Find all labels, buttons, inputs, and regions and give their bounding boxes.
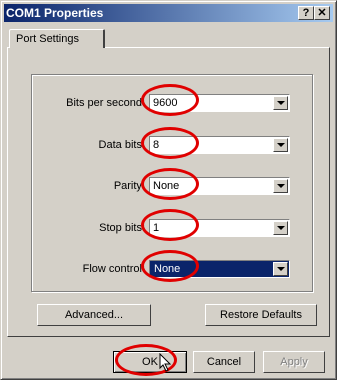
tab-label: Port Settings (16, 33, 79, 45)
bits-per-second-value: 9600 (153, 97, 178, 109)
restore-defaults-button[interactable]: Restore Defaults (205, 304, 317, 326)
chevron-down-icon[interactable] (273, 262, 288, 276)
apply-button-label: Apply (280, 356, 308, 368)
bits-per-second-select[interactable]: 9600 (149, 94, 290, 112)
stop-bits-value: 1 (153, 222, 160, 234)
parity-value: None (153, 180, 180, 192)
help-button[interactable]: ? (298, 6, 314, 20)
properties-dialog: COM1 Properties ? ✕ Port Settings Bits p… (0, 0, 337, 380)
ok-button-label: OK (142, 356, 158, 368)
chevron-down-icon[interactable] (273, 138, 288, 152)
flow-control-value: None (152, 263, 183, 275)
ok-button[interactable]: OK (113, 351, 187, 373)
tab-port-settings[interactable]: Port Settings (9, 29, 105, 48)
cancel-button[interactable]: Cancel (193, 351, 255, 373)
window-title: COM1 Properties (6, 6, 104, 20)
data-bits-label: Data bits: (98, 139, 145, 151)
stop-bits-label: Stop bits: (99, 222, 145, 234)
chevron-down-icon[interactable] (273, 221, 288, 235)
apply-button: Apply (263, 351, 325, 373)
advanced-button[interactable]: Advanced... (37, 304, 151, 326)
flow-control-label: Flow control: (82, 263, 145, 275)
flow-control-select[interactable]: None (149, 260, 290, 278)
title-bar[interactable]: COM1 Properties ? ✕ (4, 4, 333, 22)
parity-select[interactable]: None (149, 177, 290, 195)
bits-per-second-label: Bits per second: (66, 97, 145, 109)
data-bits-value: 8 (153, 139, 160, 151)
data-bits-select[interactable]: 8 (149, 136, 290, 154)
chevron-down-icon[interactable] (273, 179, 288, 193)
parity-label: Parity: (113, 180, 145, 192)
close-button[interactable]: ✕ (314, 6, 330, 20)
cancel-button-label: Cancel (206, 356, 242, 368)
restore-defaults-label: Restore Defaults (220, 309, 302, 321)
advanced-button-label: Advanced... (64, 309, 124, 321)
cursor-icon (159, 353, 172, 372)
stop-bits-select[interactable]: 1 (149, 219, 290, 237)
chevron-down-icon[interactable] (273, 96, 288, 110)
